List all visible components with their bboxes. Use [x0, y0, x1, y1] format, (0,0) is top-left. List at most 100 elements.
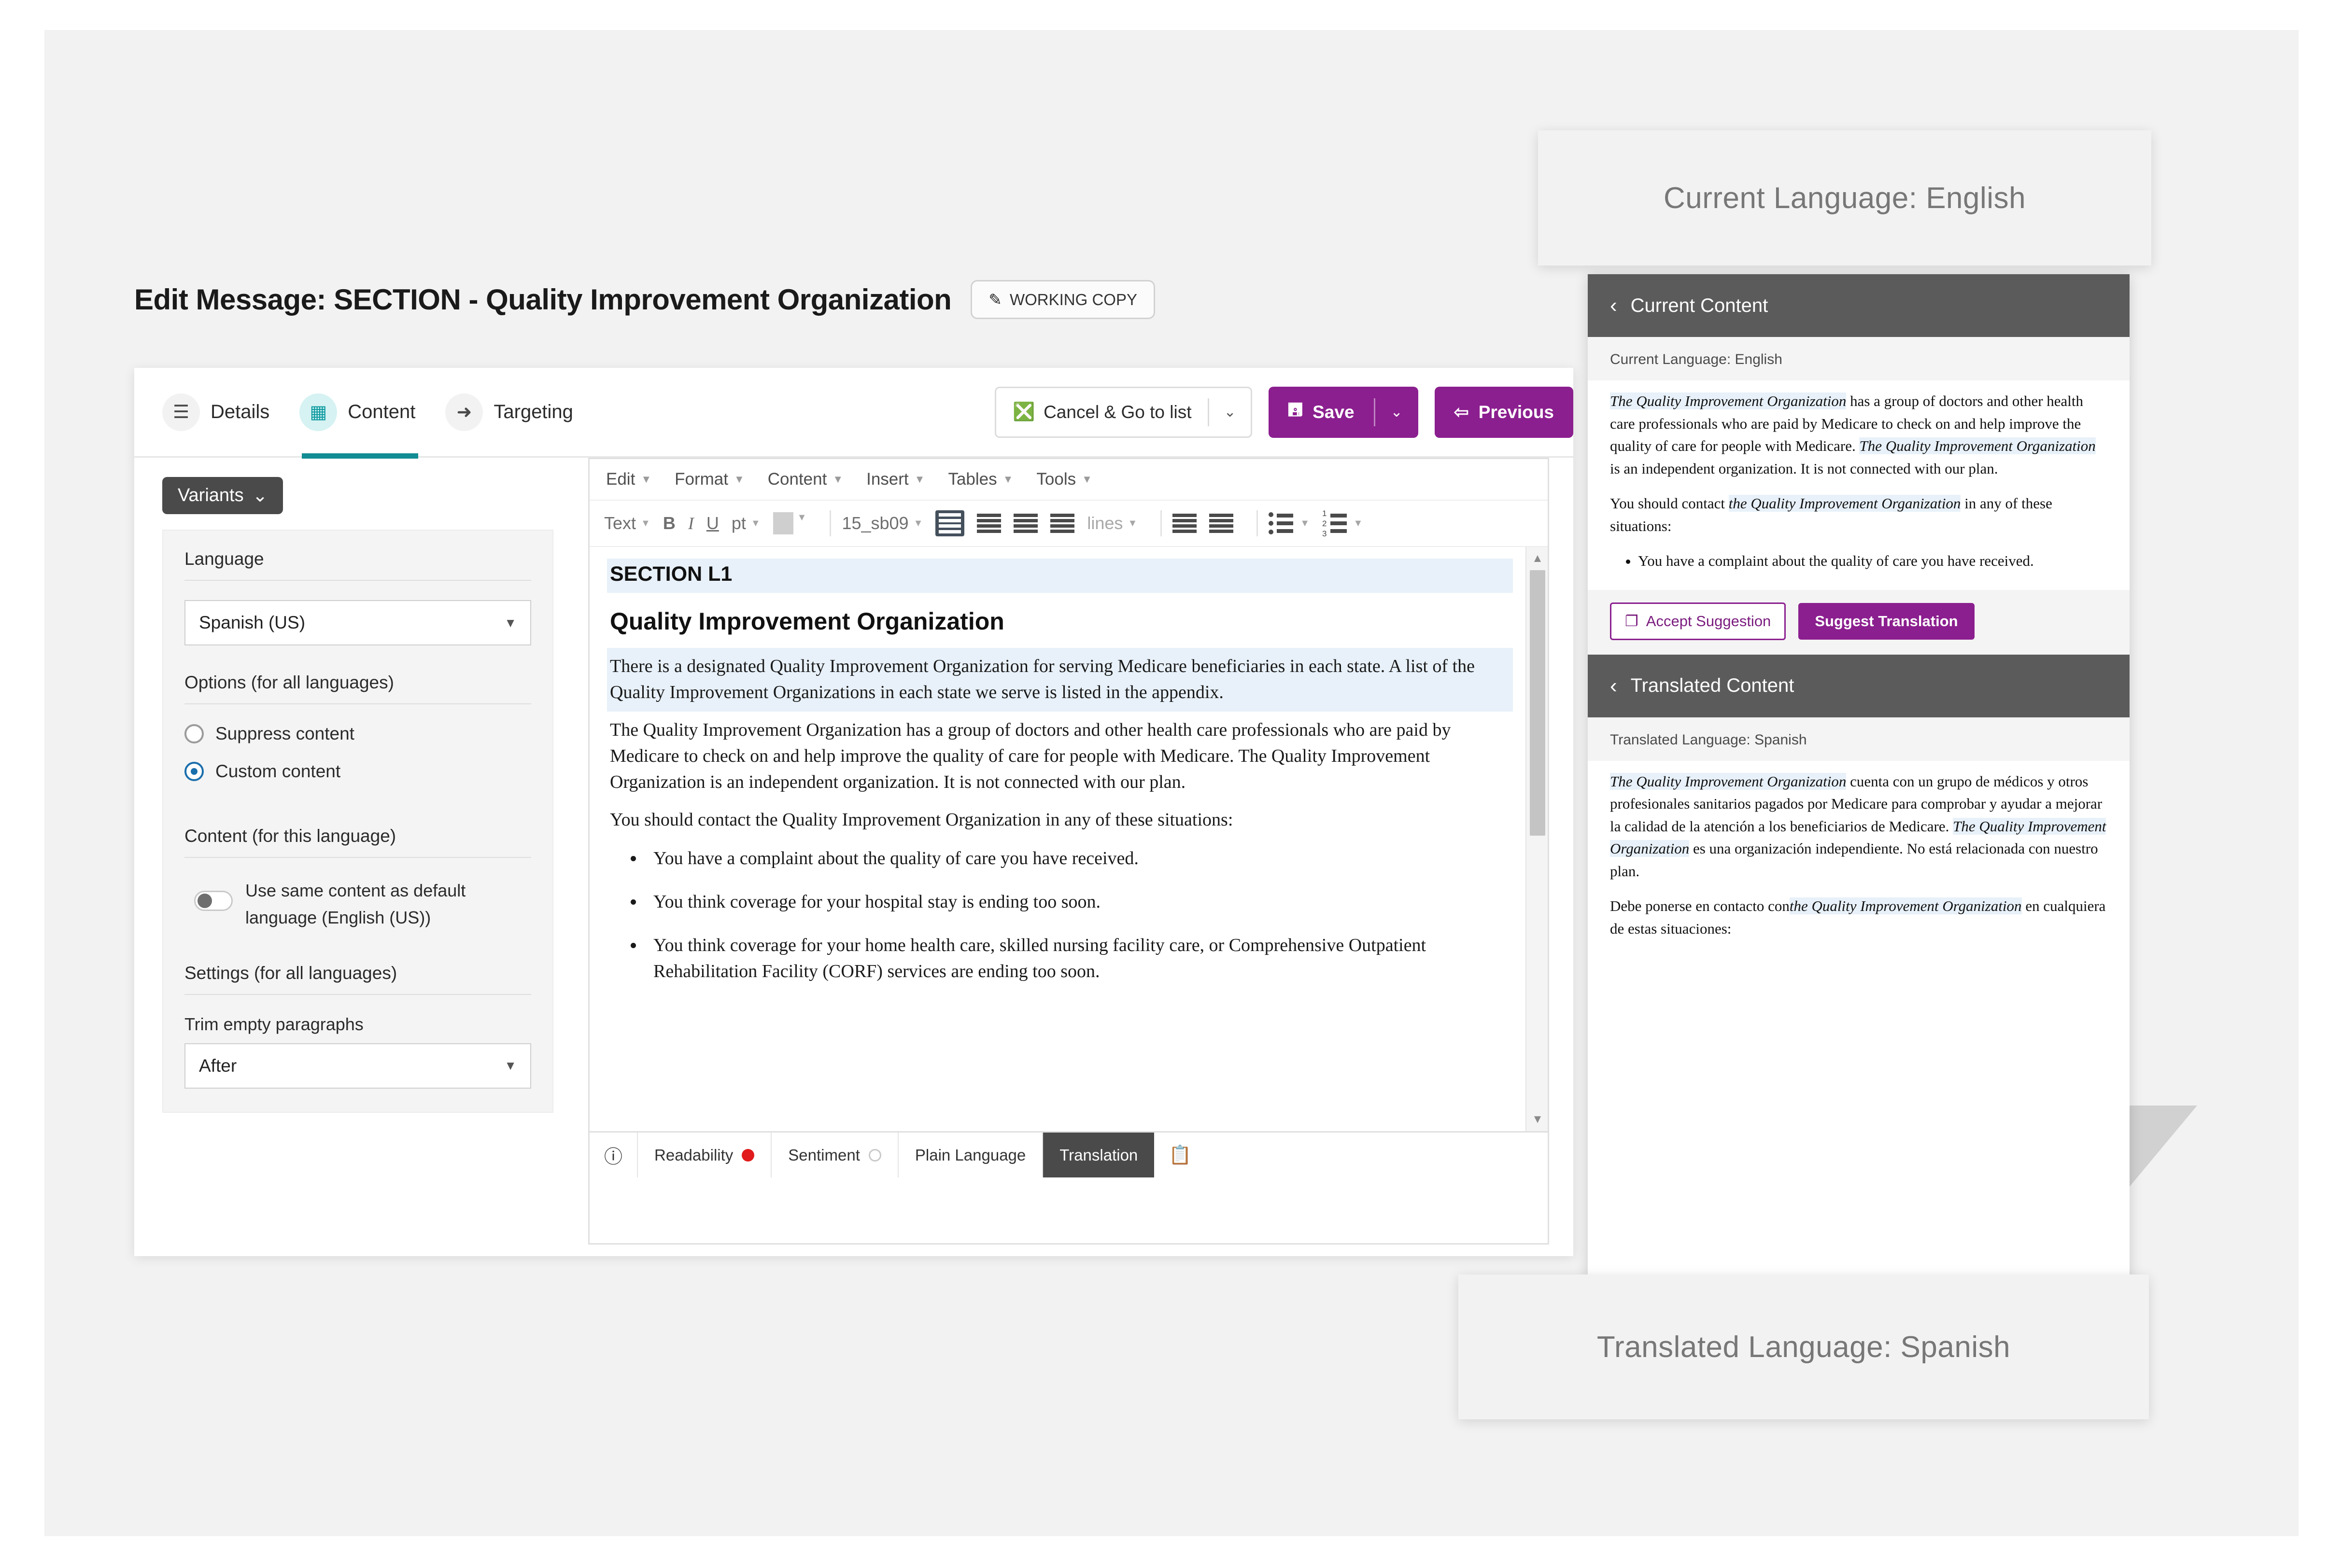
text-color-button[interactable]: ▼ — [773, 512, 806, 534]
line-spacing-select[interactable]: lines ▼ — [1087, 513, 1137, 533]
translated-paragraph-1: The Quality Improvement Organization cue… — [1610, 770, 2107, 883]
callout-translated-language: Translated Language: Spanish — [1458, 1274, 2149, 1419]
translation-side-panel: ‹ Current Content Current Language: Engl… — [1588, 274, 2130, 1288]
menu-format[interactable]: Format ▼ — [675, 470, 745, 489]
current-bullet-list: You have a complaint about the quality o… — [1610, 550, 2107, 573]
chevron-down-icon: ▼ — [641, 518, 650, 529]
accept-suggestion-label: Accept Suggestion — [1646, 612, 1771, 630]
font-size-select[interactable]: pt ▼ — [732, 513, 761, 533]
use-same-content-toggle-row[interactable]: Use same content as default language (En… — [194, 877, 531, 931]
menu-edit[interactable]: Edit ▼ — [606, 470, 651, 489]
document-paragraph: There is a designated Quality Improvemen… — [607, 648, 1513, 712]
menu-tables[interactable]: Tables ▼ — [948, 470, 1013, 489]
tab-actions: ❎ Cancel & Go to list ⌄ 🖪 Save ⌄ ⇦ Previ… — [995, 386, 1573, 438]
use-same-content-toggle[interactable] — [194, 891, 233, 911]
editor-document-area[interactable]: SECTION L1 Quality Improvement Organizat… — [590, 547, 1548, 1131]
cancel-and-go-to-list-button[interactable]: ❎ Cancel & Go to list ⌄ — [995, 386, 1252, 438]
variants-button[interactable]: Variants ⌄ — [162, 477, 283, 514]
main-card: ☰ Details ▦ Content ➜ Targeting ❎ Cancel… — [134, 368, 1573, 1256]
radio-suppress-content[interactable]: Suppress content — [184, 724, 531, 744]
align-right-button[interactable] — [1014, 514, 1038, 533]
tab-content[interactable]: ▦ Content — [299, 367, 419, 459]
current-content-title: Current Content — [1630, 294, 1768, 316]
accept-suggestion-button[interactable]: ❐ Accept Suggestion — [1610, 602, 1786, 640]
content-label: Content (for this language) — [184, 826, 396, 846]
radio-button[interactable] — [184, 724, 204, 743]
pencil-icon: ✎ — [988, 291, 1002, 308]
scrollbar-thumb[interactable] — [1530, 570, 1545, 836]
callout-bottom-label: Translated Language: Spanish — [1596, 1330, 2011, 1364]
style-select[interactable]: Text ▼ — [604, 513, 650, 533]
rich-text-editor: Edit ▼ Format ▼ Content ▼ Insert ▼ Table… — [588, 458, 1549, 1245]
outdent-button[interactable] — [1172, 514, 1197, 533]
divider — [830, 510, 832, 536]
menu-tools-label: Tools — [1036, 470, 1076, 489]
current-language-line: Current Language: English — [1588, 337, 2130, 380]
indent-button[interactable] — [1209, 514, 1234, 533]
target-icon: ➜ — [445, 393, 483, 431]
align-center-button[interactable] — [977, 514, 1002, 533]
current-content-body: The Quality Improvement Organization has… — [1588, 380, 2130, 590]
scroll-down-icon[interactable]: ▼ — [1526, 1110, 1548, 1129]
arrow-left-icon: ⇦ — [1454, 402, 1469, 422]
numbered-list-icon: 123 — [1322, 509, 1347, 538]
chevron-left-icon[interactable]: ‹ — [1610, 294, 1617, 318]
working-copy-badge[interactable]: ✎ WORKING COPY — [971, 280, 1155, 319]
chevron-down-icon: ▼ — [914, 473, 925, 485]
indent-icon — [1209, 514, 1234, 533]
font-family-select[interactable]: 15_sb09 ▼ — [842, 513, 923, 533]
tab-details[interactable]: ☰ Details — [162, 367, 269, 457]
clipboard-icon[interactable]: 📋 — [1154, 1133, 1206, 1177]
save-dropdown-caret[interactable]: ⌄ — [1375, 404, 1418, 420]
copy-icon: ❐ — [1625, 612, 1638, 630]
info-circle-icon[interactable]: ⓘ — [590, 1133, 638, 1177]
save-button[interactable]: 🖪 Save ⌄ — [1268, 386, 1418, 438]
cancel-dropdown-caret[interactable]: ⌄ — [1209, 404, 1250, 420]
readability-status-dot — [742, 1148, 755, 1162]
use-same-content-label: Use same content as default language (En… — [245, 881, 466, 927]
divider — [1256, 510, 1258, 536]
suggest-translation-button[interactable]: Suggest Translation — [1798, 602, 1975, 640]
chevron-down-icon: ▼ — [734, 473, 745, 485]
menu-tools[interactable]: Tools ▼ — [1036, 470, 1092, 489]
numbered-list-button[interactable]: 123 ▼ — [1322, 509, 1363, 538]
document-paragraph: You should contact the Quality Improveme… — [610, 809, 1233, 830]
plain-language-tab[interactable]: Plain Language — [899, 1133, 1044, 1177]
sentiment-tab[interactable]: Sentiment — [772, 1133, 899, 1177]
align-right-icon — [1014, 514, 1038, 533]
color-swatch-icon — [773, 512, 793, 534]
italic-button[interactable]: I — [688, 513, 694, 533]
list-item: You think coverage for your hospital sta… — [645, 889, 1513, 915]
line-spacing-value: lines — [1087, 513, 1123, 533]
translation-tab[interactable]: Translation — [1043, 1133, 1155, 1177]
radio-button-selected[interactable] — [184, 762, 204, 781]
menu-insert[interactable]: Insert ▼ — [866, 470, 925, 489]
trim-empty-paragraphs-select[interactable]: After ▼ — [184, 1043, 531, 1089]
outdent-icon — [1172, 514, 1197, 533]
editor-scrollbar[interactable]: ▲ ▼ — [1525, 547, 1548, 1131]
language-select-value: Spanish (US) — [199, 613, 306, 632]
radio-custom-label: Custom content — [215, 761, 341, 781]
menu-tables-label: Tables — [948, 470, 997, 489]
underline-button[interactable]: U — [706, 513, 719, 533]
translated-paragraph-2: Debe ponerse en contacto conthe Quality … — [1610, 895, 2107, 940]
previous-button[interactable]: ⇦ Previous — [1434, 386, 1573, 438]
chevron-left-icon[interactable]: ‹ — [1610, 674, 1617, 698]
menu-content[interactable]: Content ▼ — [768, 470, 843, 489]
bold-button[interactable]: B — [663, 513, 676, 533]
menu-content-label: Content — [767, 470, 827, 489]
align-left-button[interactable] — [935, 510, 965, 536]
tab-targeting[interactable]: ➜ Targeting — [445, 367, 573, 457]
readability-tab[interactable]: Readability — [638, 1133, 772, 1177]
align-justify-button[interactable] — [1050, 514, 1075, 533]
scroll-up-icon[interactable]: ▲ — [1526, 549, 1548, 568]
document-paragraph: The Quality Improvement Organization has… — [610, 719, 1451, 792]
language-select[interactable]: Spanish (US) ▼ — [184, 600, 531, 645]
radio-custom-content[interactable]: Custom content — [184, 761, 531, 782]
paragraph-text: Debe ponerse en contacto con — [1610, 897, 1790, 914]
variants-panel: Variants ⌄ Language Spanish (US) ▼ Optio… — [162, 477, 553, 1254]
bullet-list-button[interactable]: ▼ — [1269, 512, 1310, 534]
options-label: Options (for all languages) — [184, 672, 394, 692]
divider — [1160, 510, 1162, 536]
chevron-down-icon: ▼ — [1128, 518, 1138, 529]
